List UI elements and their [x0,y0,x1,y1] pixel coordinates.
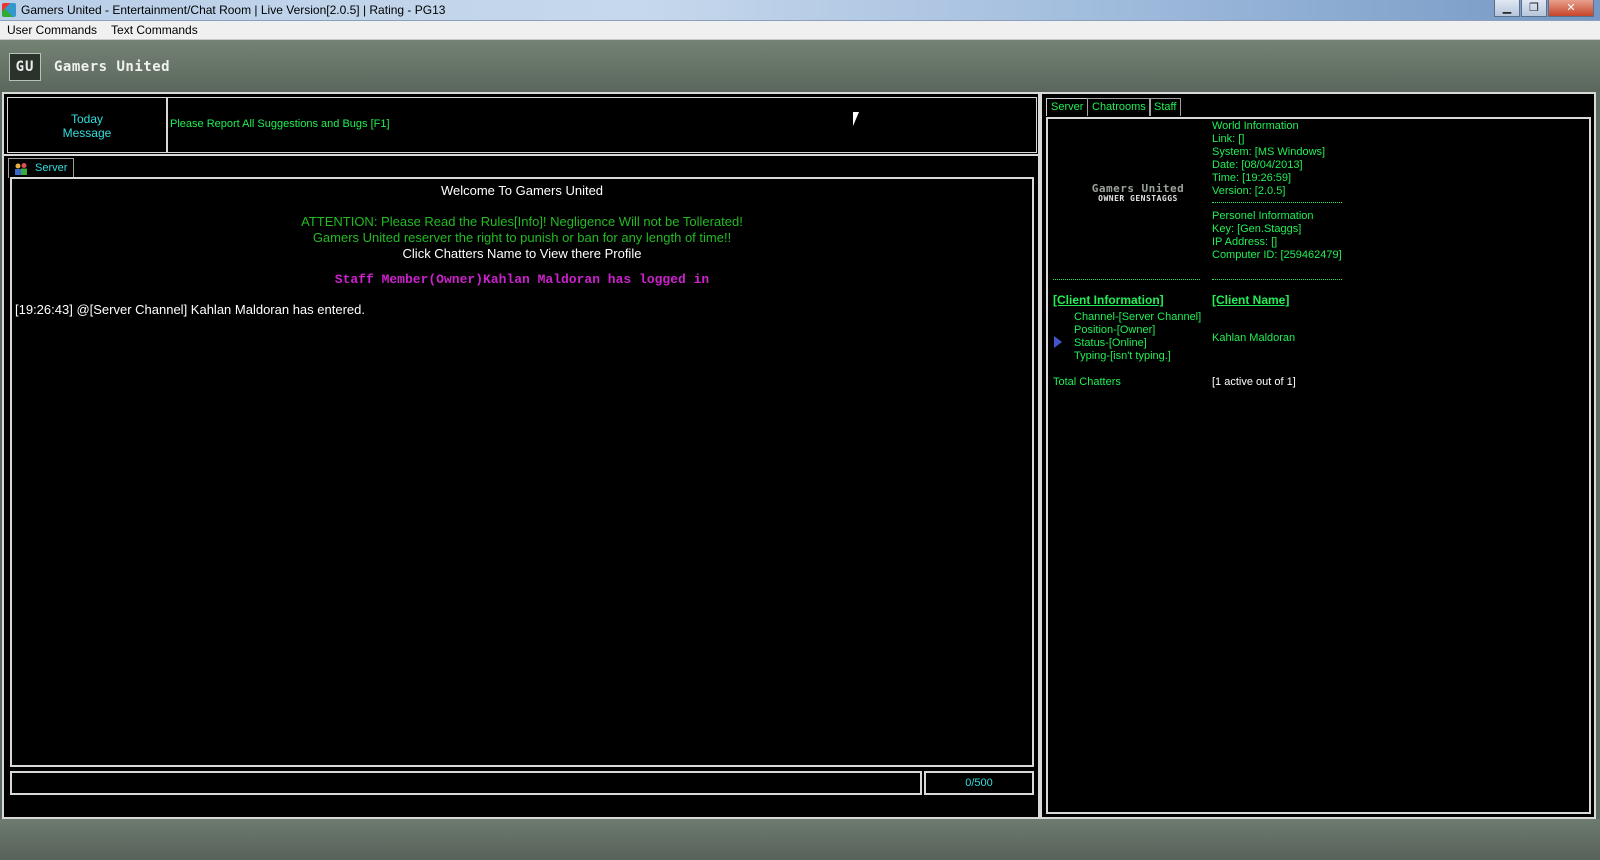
header-band: GU Gamers United [0,40,1600,92]
channel-tab-strip: Server [4,154,1038,178]
users-icon [15,163,27,175]
total-chatters-value: [1 active out of 1] [1212,376,1296,388]
client-name-heading: [Client Name] [1212,293,1290,307]
attention-message-1: ATTENTION: Please Read the Rules[Info]! … [301,214,743,229]
world-version: Version: [2.0.5] [1212,185,1286,197]
status-strip [0,819,1600,860]
personel-key: Key: [Gen.Staggs] [1212,223,1302,235]
total-chatters-label: Total Chatters [1053,376,1121,388]
welcome-message: Welcome To Gamers United [440,183,604,198]
client-typing: Typing-[isn't typing.] [1074,350,1171,362]
divider-world [1212,202,1342,203]
chat-input[interactable] [10,771,922,795]
restore-button[interactable]: ❐ [1521,0,1547,17]
profile-hint: Click Chatters Name to View there Profil… [402,246,642,261]
world-system: System: [MS Windows] [1212,146,1326,158]
profile-logo: Gamers United OWNER GENSTAGGS [1088,182,1188,203]
attention-message-2: Gamers United reserver the right to puni… [312,230,732,245]
menu-user-commands[interactable]: User Commands [7,23,97,37]
server-info-box: Gamers United OWNER GENSTAGGS World Info… [1046,117,1591,814]
menu-bar: User Commands Text Commands [0,21,1600,40]
char-counter: 0/500 [924,771,1034,795]
divider-client-left [1053,279,1200,280]
motd-label: Today Message [7,97,167,153]
divider-client-right [1212,279,1342,280]
info-panel: Server Chatrooms Staff Gamers United OWN… [1040,92,1596,819]
tab-server-label: Server [35,162,68,174]
chat-panel: Today Message Please Report All Suggesti… [2,92,1040,819]
client-status: Status-[Online] [1074,337,1147,349]
motd-label-line1: Today [70,112,104,126]
client-info-heading: [Client Information] [1053,293,1164,307]
window-title: Gamers United - Entertainment/Chat Room … [21,3,446,17]
title-bar: Gamers United - Entertainment/Chat Room … [0,0,1600,21]
tab-staff[interactable]: Staff [1149,98,1182,116]
motd-label-line2: Message [62,126,112,140]
tab-server[interactable]: Server [1046,98,1089,116]
app-icon [2,3,16,17]
world-link: Link: [] [1212,133,1245,145]
chat-log[interactable]: Welcome To Gamers United ATTENTION: Plea… [10,177,1034,767]
world-date: Date: [08/04/2013] [1212,159,1303,171]
client-name[interactable]: Kahlan Maldoran [1212,332,1295,344]
play-arrow-icon [1054,336,1062,348]
profile-logo-subtitle: OWNER GENSTAGGS [1098,194,1178,203]
tab-server-channel[interactable]: Server [8,158,74,178]
personel-ip: IP Address: [] [1212,236,1278,248]
world-info-heading: World Information [1212,120,1299,132]
personel-info-heading: Personel Information [1212,210,1314,222]
staff-login-message: Staff Member(Owner)Kahlan Maldoran has l… [334,272,710,287]
personel-computer-id: Computer ID: [259462479] [1212,249,1342,261]
gu-logo-icon: GU [9,53,41,81]
motd-text: Please Report All Suggestions and Bugs [… [167,97,1037,153]
world-time: Time: [19:26:59] [1212,172,1292,184]
minimize-button[interactable]: ▁ [1494,0,1520,17]
client-channel: Channel-[Server Channel] [1074,311,1202,323]
app-name: Gamers United [54,59,171,75]
chat-entry: [19:26:43] @[Server Channel] Kahlan Mald… [15,302,365,317]
window-controls: ▁ ❐ ✕ [1493,0,1594,18]
mouse-cursor-icon [853,112,859,126]
close-button[interactable]: ✕ [1548,0,1594,17]
tab-chatrooms[interactable]: Chatrooms [1087,98,1151,116]
client-position: Position-[Owner] [1074,324,1156,336]
menu-text-commands[interactable]: Text Commands [111,23,198,37]
